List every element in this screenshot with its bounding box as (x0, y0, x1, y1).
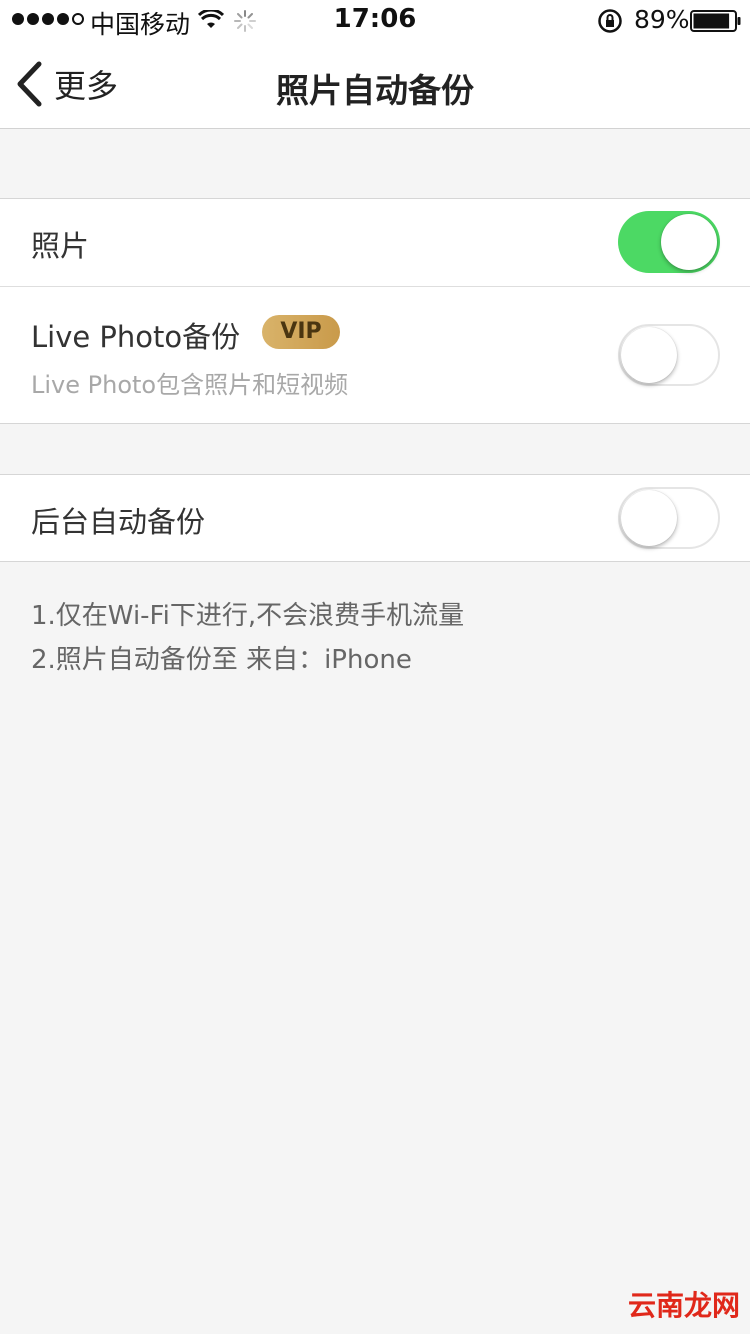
background-backup-row: 后台自动备份 (0, 475, 750, 561)
background-backup-toggle[interactable] (618, 487, 720, 549)
photos-toggle[interactable] (618, 211, 720, 273)
photo-settings-group: 照片 Live Photo备份 VIP Live Photo包含照片和短视频 (0, 198, 750, 424)
battery-icon (690, 10, 741, 32)
page-title: 照片自动备份 (276, 71, 474, 110)
toggle-knob (621, 327, 677, 383)
toggle-knob (621, 490, 677, 546)
live-photo-subtitle: Live Photo包含照片和短视频 (31, 371, 349, 399)
background-settings-group: 后台自动备份 (0, 474, 750, 562)
toggle-knob (661, 214, 717, 270)
live-photo-row: Live Photo备份 VIP Live Photo包含照片和短视频 (0, 287, 750, 424)
backup-notes: 1.仅在Wi-Fi下进行,不会浪费手机流量 2.照片自动备份至 来自：iPhon… (31, 594, 464, 682)
background-backup-label: 后台自动备份 (31, 505, 206, 539)
rotation-lock-icon (598, 9, 622, 33)
photos-row: 照片 (0, 199, 750, 286)
live-photo-label: Live Photo备份 (31, 320, 241, 354)
status-bar: 中国移动 17:06 89% (0, 0, 750, 40)
photos-label: 照片 (31, 229, 90, 263)
vip-badge: VIP (262, 315, 340, 349)
note-line: 2.照片自动备份至 来自：iPhone (31, 645, 412, 675)
battery-percent: 89% (634, 5, 690, 34)
live-photo-toggle[interactable] (618, 324, 720, 386)
note-line: 1.仅在Wi-Fi下进行,不会浪费手机流量 (31, 601, 465, 631)
watermark-logo: 云南龙网 (627, 1289, 740, 1322)
navigation-bar: 更多 照片自动备份 (0, 40, 750, 129)
